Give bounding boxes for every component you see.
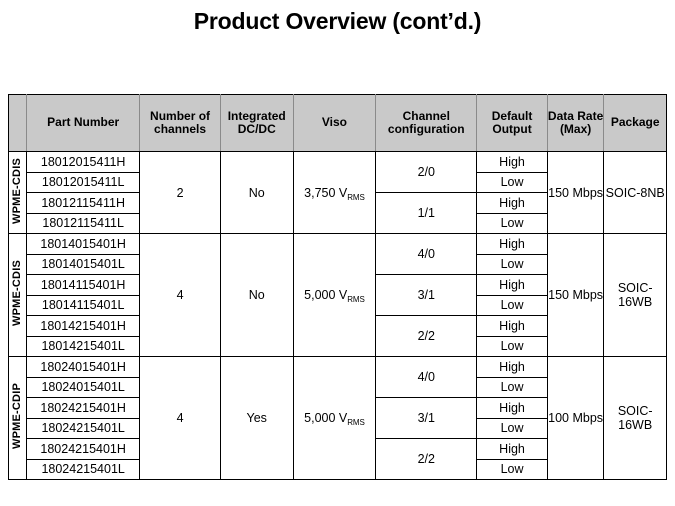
cell-channel-configuration: 2/0: [375, 151, 478, 193]
cell-part-number: 18014215401L: [26, 335, 141, 357]
cell-number-of-channels: 4: [139, 356, 221, 480]
cell-default-output: Low: [476, 335, 548, 357]
cell-channel-configuration: 2/2: [375, 438, 478, 480]
cell-part-number: 18024015401H: [26, 356, 141, 378]
cell-number-of-channels: 4: [139, 233, 221, 357]
table-row: WPME-CDIS 18014015401H 4 No 5,000 VRMS 4/0 Hig…: [7, 233, 667, 357]
family-label-text: WPME-CDIS: [11, 260, 24, 327]
cell-default-output: High: [476, 151, 548, 173]
cell-data-rate: 100 Mbps: [546, 356, 605, 480]
cell-part-number: 18012015411H: [26, 151, 141, 173]
cell-data-rate: 150 Mbps: [546, 151, 605, 234]
cell-package: SOIC-8NB: [603, 151, 667, 234]
slide-canvas: Product Overview (cont’d.) Part Number Nu…: [0, 0, 675, 506]
cell-part-number: 18014215401H: [26, 315, 141, 337]
cell-default-output: Low: [476, 294, 548, 316]
cell-integrated-dcdc: No: [219, 151, 294, 234]
cell-part-number: 18014015401H: [26, 233, 141, 255]
table-row: WPME-CDIP 18024015401H 4 Yes 5,000 VRMS 4/0 Hi…: [7, 356, 667, 480]
cell-part-number: 18012115411H: [26, 192, 141, 214]
cell-viso: 5,000 VRMS: [292, 233, 377, 357]
cell-viso: 5,000 VRMS: [292, 356, 377, 480]
family-label-wpme-cdis: WPME-CDIS: [7, 233, 28, 357]
cell-part-number: 18024015401L: [26, 376, 141, 398]
cell-channel-configuration: 4/0: [375, 356, 478, 398]
cell-default-output: High: [476, 397, 548, 419]
cell-part-number: 18024215401L: [26, 458, 141, 480]
table-header-family-spacer: [7, 94, 28, 152]
table-header-row: Part Number Number of channels Integrated …: [7, 94, 667, 152]
cell-default-output: High: [476, 233, 548, 255]
table-header-channel-configuration: Channel configuration: [375, 94, 478, 152]
cell-part-number: 18024215401H: [26, 438, 141, 460]
cell-integrated-dcdc: Yes: [219, 356, 294, 480]
family-label-text: WPME-CDIP: [11, 383, 24, 450]
cell-part-number: 18012015411L: [26, 171, 141, 193]
cell-part-number: 18024215401H: [26, 397, 141, 419]
table-header-viso: Viso: [292, 94, 377, 152]
table-header-part-number: Part Number: [26, 94, 141, 152]
family-label-wpme-cdis: WPME-CDIS: [7, 151, 28, 234]
family-label-wpme-cdip: WPME-CDIP: [7, 356, 28, 480]
cell-default-output: High: [476, 438, 548, 460]
cell-part-number: 18014015401L: [26, 253, 141, 275]
cell-number-of-channels: 2: [139, 151, 221, 234]
cell-channel-configuration: 4/0: [375, 233, 478, 275]
table-header-package: Package: [603, 94, 667, 152]
cell-viso-subscript: RMS: [347, 192, 365, 202]
cell-part-number: 18012115411L: [26, 212, 141, 234]
cell-default-output: Low: [476, 253, 548, 275]
cell-integrated-dcdc: No: [219, 233, 294, 357]
cell-package: SOIC-16WB: [603, 233, 667, 357]
cell-viso-text: 5,000 VRMS: [304, 288, 365, 304]
table-header-number-of-channels: Number of channels: [139, 94, 221, 152]
table-header-default-output: Default Output: [476, 94, 548, 152]
cell-channel-configuration: 1/1: [375, 192, 478, 234]
product-overview-table: Part Number Number of channels Integrated …: [7, 94, 667, 480]
product-overview-table-wrap: Part Number Number of channels Integrated …: [7, 94, 667, 480]
cell-part-number: 18014115401H: [26, 274, 141, 296]
cell-viso-subscript: RMS: [347, 295, 365, 304]
cell-default-output: High: [476, 356, 548, 378]
cell-channel-configuration: 3/1: [375, 397, 478, 439]
cell-data-rate: 150 Mbps: [546, 233, 605, 357]
family-label-text: WPME-CDIS: [11, 157, 24, 224]
cell-viso-text: 3,750 VRMS: [304, 185, 365, 202]
cell-viso-subscript: RMS: [347, 418, 365, 427]
cell-default-output: Low: [476, 212, 548, 234]
cell-default-output: Low: [476, 171, 548, 193]
cell-default-output: High: [476, 315, 548, 337]
cell-part-number: 18014115401L: [26, 294, 141, 316]
cell-default-output: High: [476, 192, 548, 214]
cell-default-output: Low: [476, 376, 548, 398]
cell-default-output: Low: [476, 417, 548, 439]
cell-default-output: Low: [476, 458, 548, 480]
page-title: Product Overview (cont’d.): [193, 8, 482, 34]
table-body: WPME-CDIS 18012015411H 2 No 3,750 VRMS 2/0 Hig…: [7, 151, 667, 480]
cell-viso-text: 5,000 VRMS: [304, 411, 365, 427]
table-header-data-rate-max: Data Rate (Max): [546, 94, 605, 152]
table-header-integrated-dc-dc: Integrated DC/DC: [219, 94, 294, 152]
cell-part-number: 18024215401L: [26, 417, 141, 439]
table-row: WPME-CDIS 18012015411H 2 No 3,750 VRMS 2/0 Hig…: [7, 151, 667, 234]
cell-channel-configuration: 2/2: [375, 315, 478, 357]
cell-channel-configuration: 3/1: [375, 274, 478, 316]
cell-viso: 3,750 VRMS: [292, 151, 377, 234]
cell-package: SOIC-16WB: [603, 356, 667, 480]
cell-default-output: High: [476, 274, 548, 296]
